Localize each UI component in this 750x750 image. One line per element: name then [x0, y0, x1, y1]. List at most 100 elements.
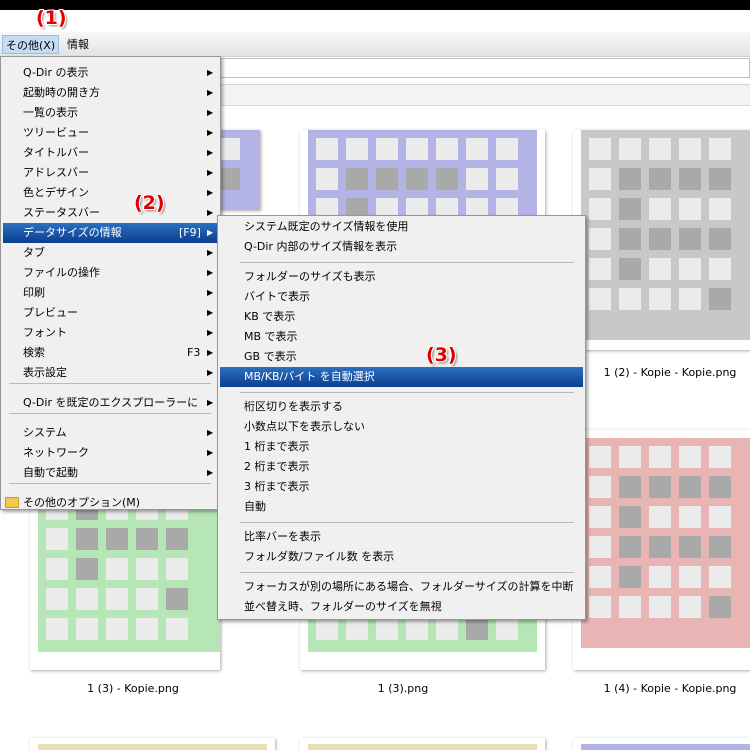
- thumbnail-cell: [76, 618, 98, 640]
- submenu-item[interactable]: フォルダ数/ファイル数 を表示: [220, 547, 583, 567]
- submenu-item[interactable]: 2 桁まで表示: [220, 457, 583, 477]
- thumbnail-cell: [346, 168, 368, 190]
- thumbnail-cell: [619, 228, 641, 250]
- menu-item[interactable]: ステータスバー ▶: [3, 203, 218, 223]
- thumbnail-cell: [106, 618, 128, 640]
- thumbnail-cell: [619, 476, 641, 498]
- submenu-arrow-icon: ▶: [207, 308, 214, 317]
- menu-item[interactable]: プレビュー ▶: [3, 303, 218, 323]
- thumbnail-cell: [709, 536, 731, 558]
- submenu-arrow-icon: ▶: [207, 88, 214, 97]
- menu-other[interactable]: その他(X): [2, 35, 60, 54]
- menu-item[interactable]: 起動時の開き方 ▶: [3, 83, 218, 103]
- submenu-item[interactable]: バイトで表示: [220, 287, 583, 307]
- thumbnail-cell: [679, 446, 701, 468]
- submenu-item-label: Q-Dir 内部のサイズ情報を表示: [244, 240, 398, 253]
- menu-item[interactable]: ツリービュー ▶: [3, 123, 218, 143]
- menu-item[interactable]: タブ ▶: [3, 243, 218, 263]
- menu-item[interactable]: 一覧の表示 ▶: [3, 103, 218, 123]
- menu-separator: [240, 522, 574, 523]
- submenu-item[interactable]: KB で表示: [220, 307, 583, 327]
- toolbar-strip: [220, 84, 750, 106]
- thumbnail-image: [581, 438, 750, 648]
- thumbnail-cell: [406, 138, 428, 160]
- thumbnail-cell: [649, 288, 671, 310]
- folder-icon: [5, 497, 19, 508]
- menu-item[interactable]: ファイルの操作 ▶: [3, 263, 218, 283]
- thumbnail-cell: [589, 138, 611, 160]
- submenu-item[interactable]: MB/KB/バイト を自動選択: [220, 367, 583, 387]
- thumbnail-cell: [218, 138, 240, 160]
- menu-item[interactable]: アドレスバー ▶: [3, 163, 218, 183]
- submenu-item[interactable]: 桁区切りを表示する: [220, 397, 583, 417]
- thumbnail-cell: [106, 558, 128, 580]
- thumbnail-cell: [218, 168, 240, 190]
- menu-item-label: ツリービュー: [23, 126, 89, 139]
- submenu-item[interactable]: 比率バーを表示: [220, 527, 583, 547]
- image-thumbnail[interactable]: [573, 130, 750, 350]
- menu-item[interactable]: 色とデザイン ▶: [3, 183, 218, 203]
- menu-item[interactable]: 表示設定 ▶: [3, 363, 218, 383]
- thumbnail-cell: [46, 618, 68, 640]
- menu-item[interactable]: 自動で起動 ▶: [3, 463, 218, 483]
- menu-item[interactable]: Q-Dir を既定のエクスプローラーに ▶: [3, 393, 218, 413]
- submenu-item[interactable]: Q-Dir 内部のサイズ情報を表示: [220, 237, 583, 257]
- submenu-item-label: 桁区切りを表示する: [244, 400, 343, 413]
- address-bar[interactable]: [220, 58, 750, 78]
- submenu-arrow-icon: ▶: [207, 108, 214, 117]
- image-thumbnail[interactable]: [573, 430, 750, 670]
- thumbnail-cell: [46, 588, 68, 610]
- menu-item[interactable]: タイトルバー ▶: [3, 143, 218, 163]
- thumbnail-cell: [619, 506, 641, 528]
- thumbnail-cell: [496, 618, 518, 640]
- submenu-item[interactable]: GB で表示: [220, 347, 583, 367]
- menu-item[interactable]: ネットワーク ▶: [3, 443, 218, 463]
- submenu-arrow-icon: ▶: [207, 448, 214, 457]
- thumbnail-cell: [679, 198, 701, 220]
- thumbnail-cell: [589, 446, 611, 468]
- image-thumbnail[interactable]: [300, 738, 545, 750]
- submenu-arrow-icon: ▶: [207, 468, 214, 477]
- thumbnail-filename: 1 (2) - Kopie - Kopie.png: [603, 366, 737, 379]
- menu-item[interactable]: 印刷 ▶: [3, 283, 218, 303]
- menu-item[interactable]: Q-Dir の表示 ▶: [3, 63, 218, 83]
- thumbnail-cell: [619, 596, 641, 618]
- submenu-item[interactable]: MB で表示: [220, 327, 583, 347]
- submenu-item[interactable]: 自動: [220, 497, 583, 517]
- menu-separator: [240, 262, 574, 263]
- thumbnail-cell: [649, 536, 671, 558]
- menu-item[interactable]: 検索 F3 ▶: [3, 343, 218, 363]
- submenu-item[interactable]: システム既定のサイズ情報を使用: [220, 217, 583, 237]
- thumbnail-cell: [649, 566, 671, 588]
- submenu-item[interactable]: 3 桁まで表示: [220, 477, 583, 497]
- submenu-item[interactable]: フォルダーのサイズも表示: [220, 267, 583, 287]
- submenu-item[interactable]: フォーカスが別の場所にある場合、フォルダーサイズの計算を中断: [220, 577, 583, 597]
- submenu-item[interactable]: 1 桁まで表示: [220, 437, 583, 457]
- menu-item[interactable]: フォント ▶: [3, 323, 218, 343]
- menu-info[interactable]: 情報: [64, 35, 92, 54]
- thumbnail-cell: [589, 258, 611, 280]
- submenu-item[interactable]: 小数点以下を表示しない: [220, 417, 583, 437]
- menu-separator: [9, 383, 211, 384]
- submenu-arrow-icon: ▶: [207, 128, 214, 137]
- thumbnail-cell: [649, 506, 671, 528]
- thumbnail-cell: [466, 168, 488, 190]
- submenu-arrow-icon: ▶: [207, 268, 214, 277]
- thumbnail-cell: [316, 138, 338, 160]
- submenu-arrow-icon: ▶: [207, 348, 214, 357]
- image-thumbnail[interactable]: [30, 738, 275, 750]
- thumbnail-cell: [709, 476, 731, 498]
- thumbnail-cell: [619, 288, 641, 310]
- thumbnail-cell: [406, 168, 428, 190]
- menu-separator: [240, 392, 574, 393]
- submenu-item[interactable]: 並べ替え時、フォルダーのサイズを無視: [220, 597, 583, 617]
- menu-item[interactable]: データサイズの情報 [F9] ▶: [3, 223, 218, 243]
- thumbnail-cell: [679, 596, 701, 618]
- thumbnail-cell: [376, 618, 398, 640]
- thumbnail-cell: [166, 558, 188, 580]
- menu-item[interactable]: システム ▶: [3, 423, 218, 443]
- submenu-item-label: 小数点以下を表示しない: [244, 420, 365, 433]
- image-thumbnail[interactable]: [573, 738, 750, 750]
- menu-item-label: プレビュー: [23, 306, 78, 319]
- menu-item[interactable]: その他のオプション(M): [3, 493, 218, 513]
